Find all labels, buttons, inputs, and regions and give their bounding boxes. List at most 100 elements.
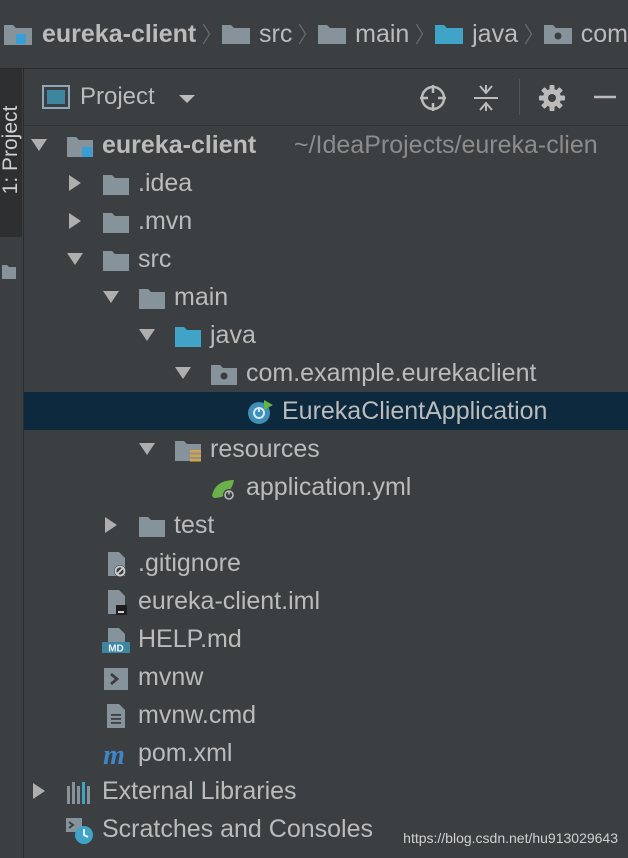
- tree-label: pom.xml: [138, 739, 233, 767]
- package-icon: [211, 365, 237, 385]
- markdown-file-icon: MD: [102, 628, 130, 655]
- ide-window: eureka-client src main java com 1: Proje…: [0, 0, 628, 858]
- expanded-arrow-icon[interactable]: [138, 327, 156, 343]
- module-path: ~/IdeaProjects/eureka-clien: [294, 131, 598, 159]
- tree-row-external-libraries[interactable]: External Libraries: [24, 772, 628, 810]
- tree-label: .idea: [138, 169, 193, 197]
- expanded-arrow-icon[interactable]: [102, 289, 120, 305]
- chevron-down-icon[interactable]: [178, 93, 196, 105]
- package-icon: [543, 25, 572, 44]
- navigation-bar: eureka-client src main java com: [0, 0, 628, 69]
- tree-row-iml[interactable]: eureka-client.iml: [24, 582, 628, 620]
- tree-label: mvnw: [138, 663, 204, 691]
- tree-row-java[interactable]: java: [24, 316, 628, 354]
- breadcrumb-item-src[interactable]: src: [217, 20, 292, 49]
- watermark-url: https://blog.csdn.net/hu913029643: [403, 830, 618, 846]
- tree-row-pom-xml[interactable]: m pom.xml: [24, 734, 628, 772]
- tree-label: .mvn: [138, 207, 193, 235]
- tree-row-eureka-client-application[interactable]: EurekaClientApplication: [24, 392, 628, 430]
- breadcrumb-label: eureka-client: [42, 19, 197, 48]
- breadcrumb-item-com[interactable]: com: [539, 20, 628, 49]
- tree-row-help-md[interactable]: MD HELP.md: [24, 620, 628, 658]
- folder-icon: [103, 213, 129, 233]
- tree-label: mvnw.cmd: [138, 701, 257, 729]
- project-panel-header: Project: [24, 69, 628, 126]
- iml-file-icon: [108, 590, 127, 615]
- spring-leaf-icon: [212, 480, 235, 501]
- toolbar-divider: [519, 79, 520, 115]
- module-folder-icon: [67, 137, 93, 157]
- tree-row-test[interactable]: test: [24, 506, 628, 544]
- folder-icon: [103, 251, 129, 271]
- project-tree: eureka-client ~/IdeaProjects/eureka-clie…: [24, 126, 628, 858]
- tree-label: main: [174, 283, 229, 311]
- collapsed-arrow-icon[interactable]: [66, 213, 84, 229]
- tree-label: resources: [210, 435, 320, 463]
- tree-label: eureka-client: [102, 131, 257, 159]
- maven-icon: m: [103, 740, 125, 768]
- tree-row-mvnw[interactable]: mvnw: [24, 658, 628, 696]
- breadcrumb-label: com: [580, 19, 628, 48]
- source-folder-icon: [435, 25, 464, 44]
- breadcrumb-item-java[interactable]: java: [430, 20, 518, 49]
- tree-row-gitignore[interactable]: .gitignore: [24, 544, 628, 582]
- folder-icon: [139, 289, 165, 309]
- expanded-arrow-icon[interactable]: [30, 137, 48, 153]
- shell-script-icon: [104, 668, 128, 690]
- chevron-right-icon: [299, 23, 307, 45]
- breadcrumb-label: main: [355, 19, 410, 48]
- breadcrumb-item-eureka-client[interactable]: eureka-client: [0, 20, 196, 49]
- tree-row-root-module[interactable]: eureka-client ~/IdeaProjects/eureka-clie…: [24, 126, 628, 164]
- tree-row-main[interactable]: main: [24, 278, 628, 316]
- hide-icon[interactable]: [592, 83, 618, 113]
- project-view-icon: [42, 85, 70, 109]
- tree-row-src[interactable]: src: [24, 240, 628, 278]
- chevron-right-icon: [416, 23, 424, 45]
- tree-label: Scratches and Consoles: [102, 815, 373, 843]
- project-view-title[interactable]: Project: [80, 83, 155, 111]
- expanded-arrow-icon[interactable]: [66, 251, 84, 267]
- tree-row-package[interactable]: com.example.eurekaclient: [24, 354, 628, 392]
- tree-label: EurekaClientApplication: [282, 397, 548, 425]
- gear-icon[interactable]: [537, 83, 567, 113]
- tree-row-resources[interactable]: resources: [24, 430, 628, 468]
- tree-label: com.example.eurekaclient: [246, 359, 537, 387]
- tree-label: src: [138, 245, 172, 273]
- ignored-file-icon: [108, 552, 126, 577]
- collapsed-arrow-icon[interactable]: [30, 783, 48, 799]
- chevron-right-icon: [524, 23, 533, 45]
- source-folder-icon: [175, 327, 201, 347]
- text-file-icon: [107, 704, 125, 728]
- folder-icon: [139, 517, 165, 537]
- expanded-arrow-icon[interactable]: [138, 441, 156, 457]
- tree-label: test: [174, 511, 215, 539]
- project-tool-tab-label: 1: Project: [0, 105, 22, 195]
- scratches-icon: [66, 818, 93, 844]
- tree-label: HELP.md: [138, 625, 242, 653]
- module-folder-icon: [4, 25, 32, 45]
- tree-row-mvnw-cmd[interactable]: mvnw.cmd: [24, 696, 628, 734]
- folder-icon: [103, 175, 129, 195]
- breadcrumb-label: src: [259, 19, 293, 48]
- tree-label: java: [210, 321, 256, 349]
- tree-label: eureka-client.iml: [138, 587, 321, 615]
- svg-text:m: m: [103, 740, 125, 768]
- tree-row-mvn[interactable]: .mvn: [24, 202, 628, 240]
- folder-icon: [2, 265, 16, 279]
- collapsed-arrow-icon[interactable]: [66, 175, 84, 191]
- tree-label: application.yml: [246, 473, 412, 501]
- tree-row-idea[interactable]: .idea: [24, 164, 628, 202]
- breadcrumb-item-main[interactable]: main: [313, 20, 409, 49]
- expanded-arrow-icon[interactable]: [174, 365, 192, 381]
- project-tool-tab[interactable]: 1: Project: [0, 69, 22, 237]
- locate-icon[interactable]: [418, 83, 448, 113]
- tool-window-strip: 1: Project: [0, 69, 24, 858]
- collapsed-arrow-icon[interactable]: [102, 517, 120, 533]
- resources-folder-icon: [175, 441, 201, 462]
- spring-boot-class-icon: [248, 400, 273, 424]
- folder-icon: [222, 25, 251, 44]
- svg-text:MD: MD: [108, 644, 124, 655]
- tree-row-application-yml[interactable]: application.yml: [24, 468, 628, 506]
- chevron-right-icon: [202, 23, 211, 45]
- collapse-all-icon[interactable]: [472, 83, 500, 113]
